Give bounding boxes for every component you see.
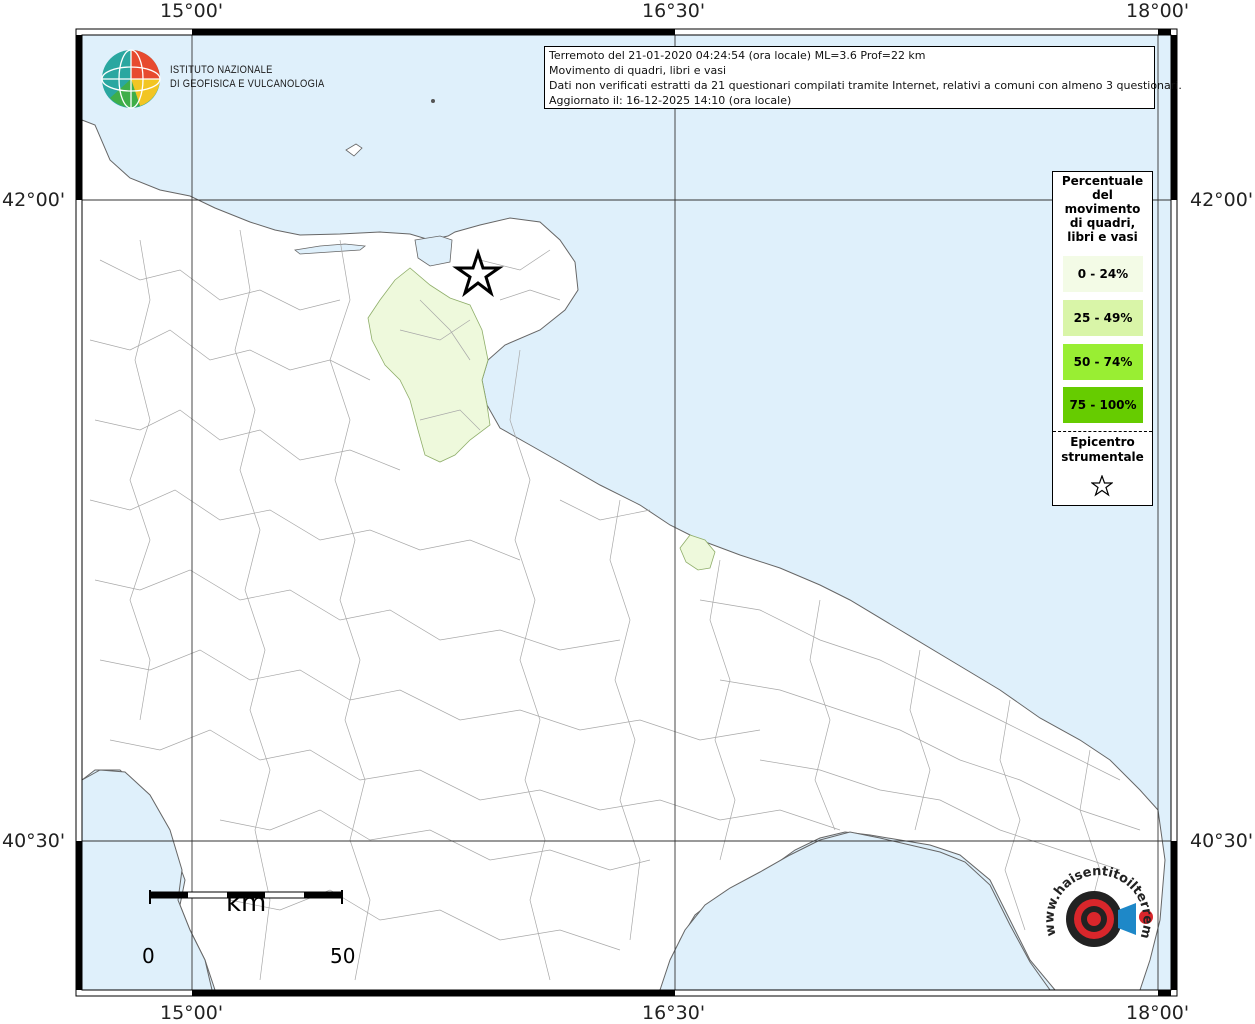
legend-title-line: libri e vasi (1067, 230, 1138, 244)
lat-label-right-42: 42°00' (1190, 189, 1254, 211)
info-line-updated: Aggiornato il: 16-12-2025 14:10 (ora loc… (549, 94, 792, 107)
legend-epicenter-line: strumentale (1061, 450, 1144, 464)
lat-label-left-42: 42°00' (2, 189, 66, 211)
legend-star-icon (1091, 475, 1113, 497)
lon-label-top-15: 15°00' (160, 0, 224, 22)
legend-label: 0 - 24% (1077, 267, 1129, 281)
ingv-logo-icon (101, 49, 161, 109)
institute-name: ISTITUTO NAZIONALE DI GEOFISICA E VULCAN… (170, 63, 324, 91)
legend-label: 50 - 74% (1073, 355, 1133, 369)
lon-label-bottom-16-30: 16°30' (642, 1002, 706, 1024)
legend-divider (1053, 431, 1152, 432)
legend-title-line: Percentuale (1061, 174, 1144, 188)
lat-label-left-40-30: 40°30' (2, 830, 66, 852)
lat-label-right-40-30: 40°30' (1190, 830, 1254, 852)
info-line-event: Terremoto del 21-01-2020 04:24:54 (ora l… (549, 49, 926, 62)
hsit-logo-icon: www.haisentitoilterremoto.it (1036, 855, 1155, 947)
lon-label-bottom-18: 18°00' (1126, 1002, 1190, 1024)
island-pianosa (431, 99, 435, 103)
legend-title: Percentuale del movimento di quadri, lib… (1053, 172, 1152, 244)
lon-label-top-16-30: 16°30' (642, 0, 706, 22)
legend-title-line: del (1092, 188, 1113, 202)
legend-item-75-100: 75 - 100% (1063, 387, 1143, 423)
lon-label-top-18: 18°00' (1126, 0, 1190, 22)
legend-title-line: movimento (1064, 202, 1141, 216)
earthquake-info-box: Terremoto del 21-01-2020 04:24:54 (ora l… (544, 46, 1182, 109)
legend-epicenter-title: Epicentro strumentale (1053, 435, 1152, 465)
legend-title-line: di quadri, (1069, 216, 1136, 230)
scale-max: 50 (330, 944, 356, 968)
legend-item-50-74: 50 - 74% (1063, 344, 1143, 380)
legend: Percentuale del movimento di quadri, lib… (1052, 171, 1153, 506)
institute-line-1: ISTITUTO NAZIONALE (170, 64, 273, 76)
legend-label: 25 - 49% (1073, 311, 1133, 325)
legend-item-0-24: 0 - 24% (1063, 256, 1143, 292)
info-line-source: Dati non verificati estratti da 21 quest… (549, 79, 1182, 92)
legend-item-25-49: 25 - 49% (1063, 300, 1143, 336)
info-line-parameter: Movimento di quadri, libri e vasi (549, 64, 727, 77)
lon-label-bottom-15: 15°00' (160, 1002, 224, 1024)
legend-epicenter-line: Epicentro (1070, 435, 1135, 449)
legend-label: 75 - 100% (1069, 398, 1137, 412)
scale-min: 0 (142, 944, 155, 968)
institute-line-2: DI GEOFISICA E VULCANOLOGIA (170, 78, 325, 90)
scale-bar (149, 890, 343, 904)
